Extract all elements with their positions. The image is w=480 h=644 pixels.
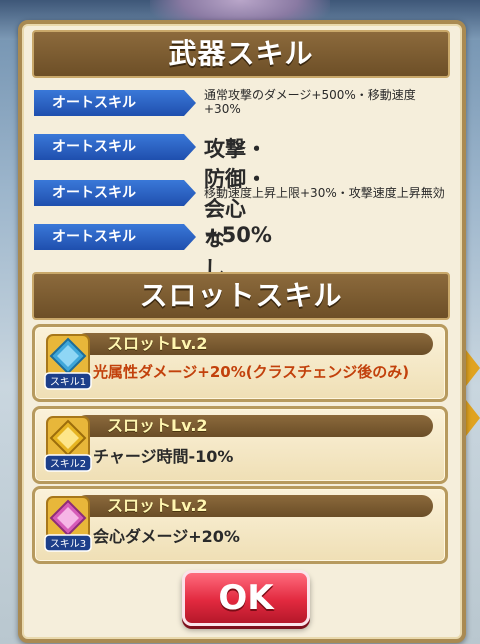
page-next-arrow-secondary[interactable] (466, 400, 480, 436)
auto-skill-tag: オートスキル (34, 224, 196, 250)
slot-icon-label: スキル2 (50, 459, 86, 470)
auto-skill-desc: 通常攻撃のダメージ+500%・移動速度+30% (204, 88, 416, 116)
ok-button[interactable]: OK (182, 570, 310, 626)
slot-skill-card[interactable]: スキル1 スロットLv.2 光属性ダメージ+20%(クラスチェンジ後のみ) (32, 324, 448, 402)
auto-skill-tag: オートスキル (34, 90, 196, 116)
slot-skill-header: スロットスキル (32, 272, 450, 320)
weapon-skill-header: 武器スキル (32, 30, 450, 78)
auto-skill-tag: オートスキル (34, 134, 196, 160)
slot-skill-desc: 光属性ダメージ+20%(クラスチェンジ後のみ) (93, 363, 410, 381)
slot-skill-desc: 会心ダメージ+20% (93, 527, 240, 546)
slot-level: スロットLv.2 (107, 334, 208, 353)
slot-level: スロットLv.2 (107, 416, 208, 435)
charge-gem-icon: スキル2 (43, 415, 93, 473)
critical-gem-icon: スキル3 (43, 495, 93, 553)
page-next-arrow[interactable] (466, 350, 480, 386)
auto-skill-desc: 移動速度上昇上限+30%・攻撃速度上昇無効 (204, 186, 445, 200)
auto-skill-tag: オートスキル (34, 180, 196, 206)
slot-level: スロットLv.2 (107, 496, 208, 515)
slot-icon-label: スキル1 (50, 377, 86, 388)
slot-skill-desc: チャージ時間-10% (93, 447, 234, 466)
light-gem-icon: スキル1 (43, 333, 93, 391)
slot-skill-card[interactable]: スキル3 スロットLv.2 会心ダメージ+20% (32, 486, 448, 564)
slot-skill-card[interactable]: スキル2 スロットLv.2 チャージ時間-10% (32, 406, 448, 484)
weapon-skill-dialog: 武器スキル オートスキル 通常攻撃のダメージ+500%・移動速度+30% オート… (18, 20, 466, 643)
slot-icon-label: スキル3 (50, 539, 86, 550)
